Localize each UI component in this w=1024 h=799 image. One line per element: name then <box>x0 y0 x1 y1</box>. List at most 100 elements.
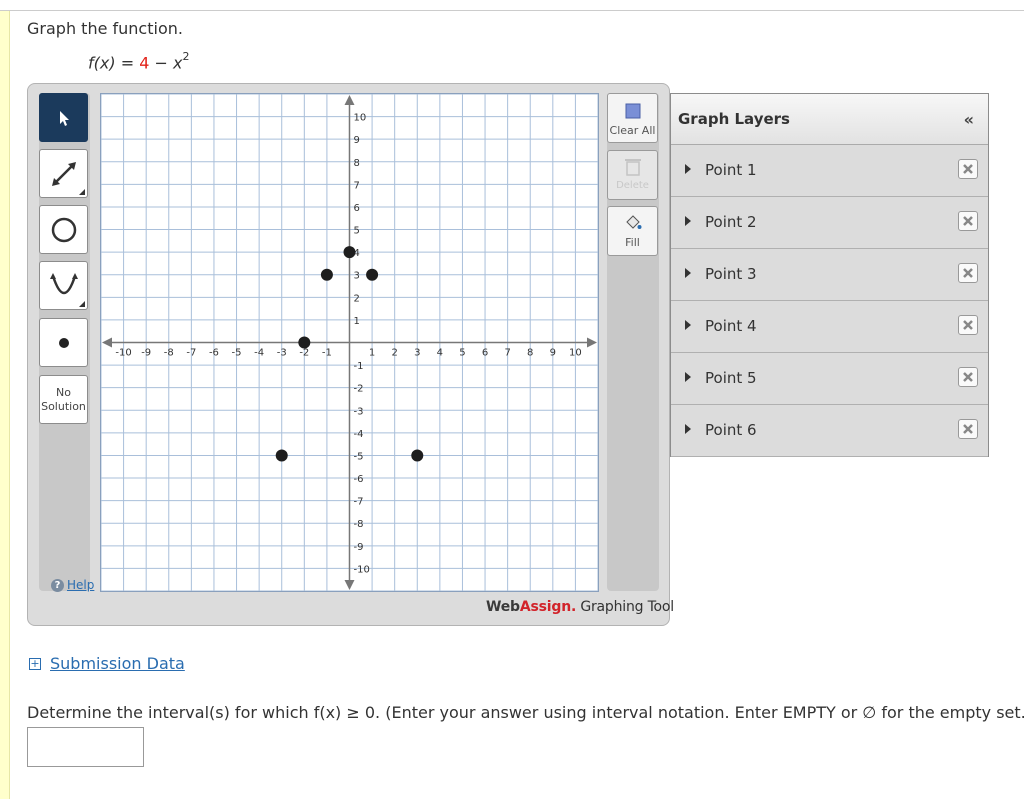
graph-area[interactable]: -10 -9 -8 -7 -6 -5 -4 -3 -2 -1 1 2 3 4 5 6 7 8 9 10 10 9 8 7 6 5 4… <box>100 93 599 592</box>
clear-all-button[interactable]: Clear All <box>607 93 658 143</box>
delete-layer-icon[interactable] <box>958 419 978 439</box>
x-tick-label: -5 <box>232 348 242 359</box>
x-tick-label: 6 <box>482 348 488 359</box>
x-tick-label: 4 <box>437 348 443 359</box>
expand-arrow-icon[interactable] <box>685 372 691 382</box>
question-marker-bar <box>0 11 10 799</box>
point-tool-button[interactable] <box>39 318 88 367</box>
pointer-icon <box>59 110 69 126</box>
graph-layer-label: Point 1 <box>705 161 757 179</box>
graph-layer-row[interactable]: Point 3 <box>671 249 988 301</box>
drawing-toolbar: No Solution ? Help <box>39 93 94 592</box>
brand-tool: Graphing Tool <box>576 599 674 615</box>
circle-icon <box>51 217 76 242</box>
fill-button[interactable]: Fill <box>607 206 658 256</box>
expand-arrow-icon[interactable] <box>685 424 691 434</box>
x-tick-label: -2 <box>299 348 309 359</box>
plotted-point <box>275 449 288 462</box>
trash-icon <box>624 159 641 176</box>
delete-layer-icon[interactable] <box>958 315 978 335</box>
y-tick-label: -10 <box>354 564 370 575</box>
delete-layer-icon[interactable] <box>958 367 978 387</box>
formula-equals: = <box>120 53 135 73</box>
formula-constant: 4 <box>139 53 150 73</box>
answer-input[interactable] <box>27 727 144 767</box>
expand-arrow-icon[interactable] <box>685 216 691 226</box>
delete-label: Delete <box>616 180 649 191</box>
no-solution-button[interactable]: No Solution <box>39 375 88 424</box>
plotted-point <box>298 336 311 349</box>
expand-arrow-icon[interactable] <box>685 164 691 174</box>
delete-button[interactable]: Delete <box>607 150 658 200</box>
y-tick-label: -8 <box>354 519 364 530</box>
brand-assign: Assign. <box>519 599 577 615</box>
y-tick-label: 10 <box>354 113 367 124</box>
graph-layer-label: Point 2 <box>705 213 757 231</box>
graph-layer-label: Point 4 <box>705 317 757 335</box>
submission-data-toggle[interactable]: + Submission Data <box>29 654 185 673</box>
x-tick-label: 2 <box>391 348 397 359</box>
y-axis-arrow-up <box>344 95 355 105</box>
webassign-graphing-tool-brand: WebAssign. Graphing Tool <box>486 599 674 615</box>
submenu-corner-icon <box>79 189 85 195</box>
graph-layers-title: Graph Layers <box>678 110 790 128</box>
y-tick-label: 3 <box>354 271 360 282</box>
x-tick-label: 5 <box>459 348 465 359</box>
expand-arrow-icon[interactable] <box>685 268 691 278</box>
x-tick-label: 7 <box>504 348 510 359</box>
line-tool-button[interactable] <box>39 149 88 198</box>
delete-layer-icon[interactable] <box>958 211 978 231</box>
x-tick-label: 8 <box>527 348 533 359</box>
help-label: Help <box>67 578 95 592</box>
x-tick-label: -6 <box>209 348 219 359</box>
y-tick-label: -2 <box>354 384 364 395</box>
x-tick-label: 1 <box>369 348 375 359</box>
x-tick-label: -1 <box>322 348 332 359</box>
parabola-tool-button[interactable] <box>39 261 88 310</box>
no-solution-label-1: No <box>56 385 71 399</box>
graph-layer-row[interactable]: Point 2 <box>671 197 988 249</box>
y-tick-label: 8 <box>354 158 360 169</box>
x-axis-arrow-left <box>102 337 112 348</box>
formula-exponent: 2 <box>182 50 190 63</box>
formula-minus: − <box>154 53 168 73</box>
y-tick-label: 9 <box>354 135 360 146</box>
brand-web: Web <box>486 599 520 615</box>
graph-layer-row[interactable]: Point 1 <box>671 145 988 197</box>
y-tick-label: 1 <box>354 316 360 327</box>
x-axis-arrow-right <box>587 337 597 348</box>
graph-layer-label: Point 5 <box>705 369 757 387</box>
x-tick-label: -8 <box>164 348 174 359</box>
graph-layers-header: Graph Layers « <box>671 94 988 145</box>
circle-tool-button[interactable] <box>39 205 88 254</box>
y-tick-label: -5 <box>354 451 364 462</box>
help-link[interactable]: ? Help <box>51 578 94 592</box>
graph-layers-panel: Graph Layers « Point 1 Point 2 Point 3 Poin… <box>670 93 989 457</box>
line-arrow-icon <box>51 161 76 186</box>
plotted-point <box>366 268 379 281</box>
x-tick-label: -3 <box>277 348 287 359</box>
graph-layer-row[interactable]: Point 5 <box>671 353 988 405</box>
collapse-icon[interactable]: « <box>964 110 974 129</box>
x-tick-label: -4 <box>254 348 264 359</box>
y-tick-label: 5 <box>354 226 360 237</box>
expand-arrow-icon[interactable] <box>685 320 691 330</box>
parabola-icon <box>49 272 78 294</box>
y-tick-label: -9 <box>354 542 364 553</box>
y-tick-label: -6 <box>354 474 364 485</box>
delete-layer-icon[interactable] <box>958 159 978 179</box>
submission-data-link[interactable]: Submission Data <box>50 654 185 673</box>
graph-layer-row[interactable]: Point 4 <box>671 301 988 353</box>
graphing-tool: No Solution ? Help -10 -9 -8 -7 -6 -5 -4 -3 -2 -1… <box>27 83 674 626</box>
graph-layer-row[interactable]: Point 6 <box>671 405 988 457</box>
y-tick-label: 6 <box>354 203 360 214</box>
y-tick-label: -4 <box>354 429 364 440</box>
pointer-tool-button[interactable] <box>39 93 88 142</box>
delete-layer-icon[interactable] <box>958 263 978 283</box>
graph-canvas[interactable]: -10 -9 -8 -7 -6 -5 -4 -3 -2 -1 1 2 3 4 5 6 7 8 9 1010987654… <box>100 93 599 592</box>
plotted-point <box>411 449 424 462</box>
y-tick-label: -1 <box>354 361 364 372</box>
fill-label: Fill <box>625 236 640 249</box>
function-formula: f(x) = 4 − x2 <box>88 50 190 73</box>
x-tick-label: 3 <box>414 348 420 359</box>
